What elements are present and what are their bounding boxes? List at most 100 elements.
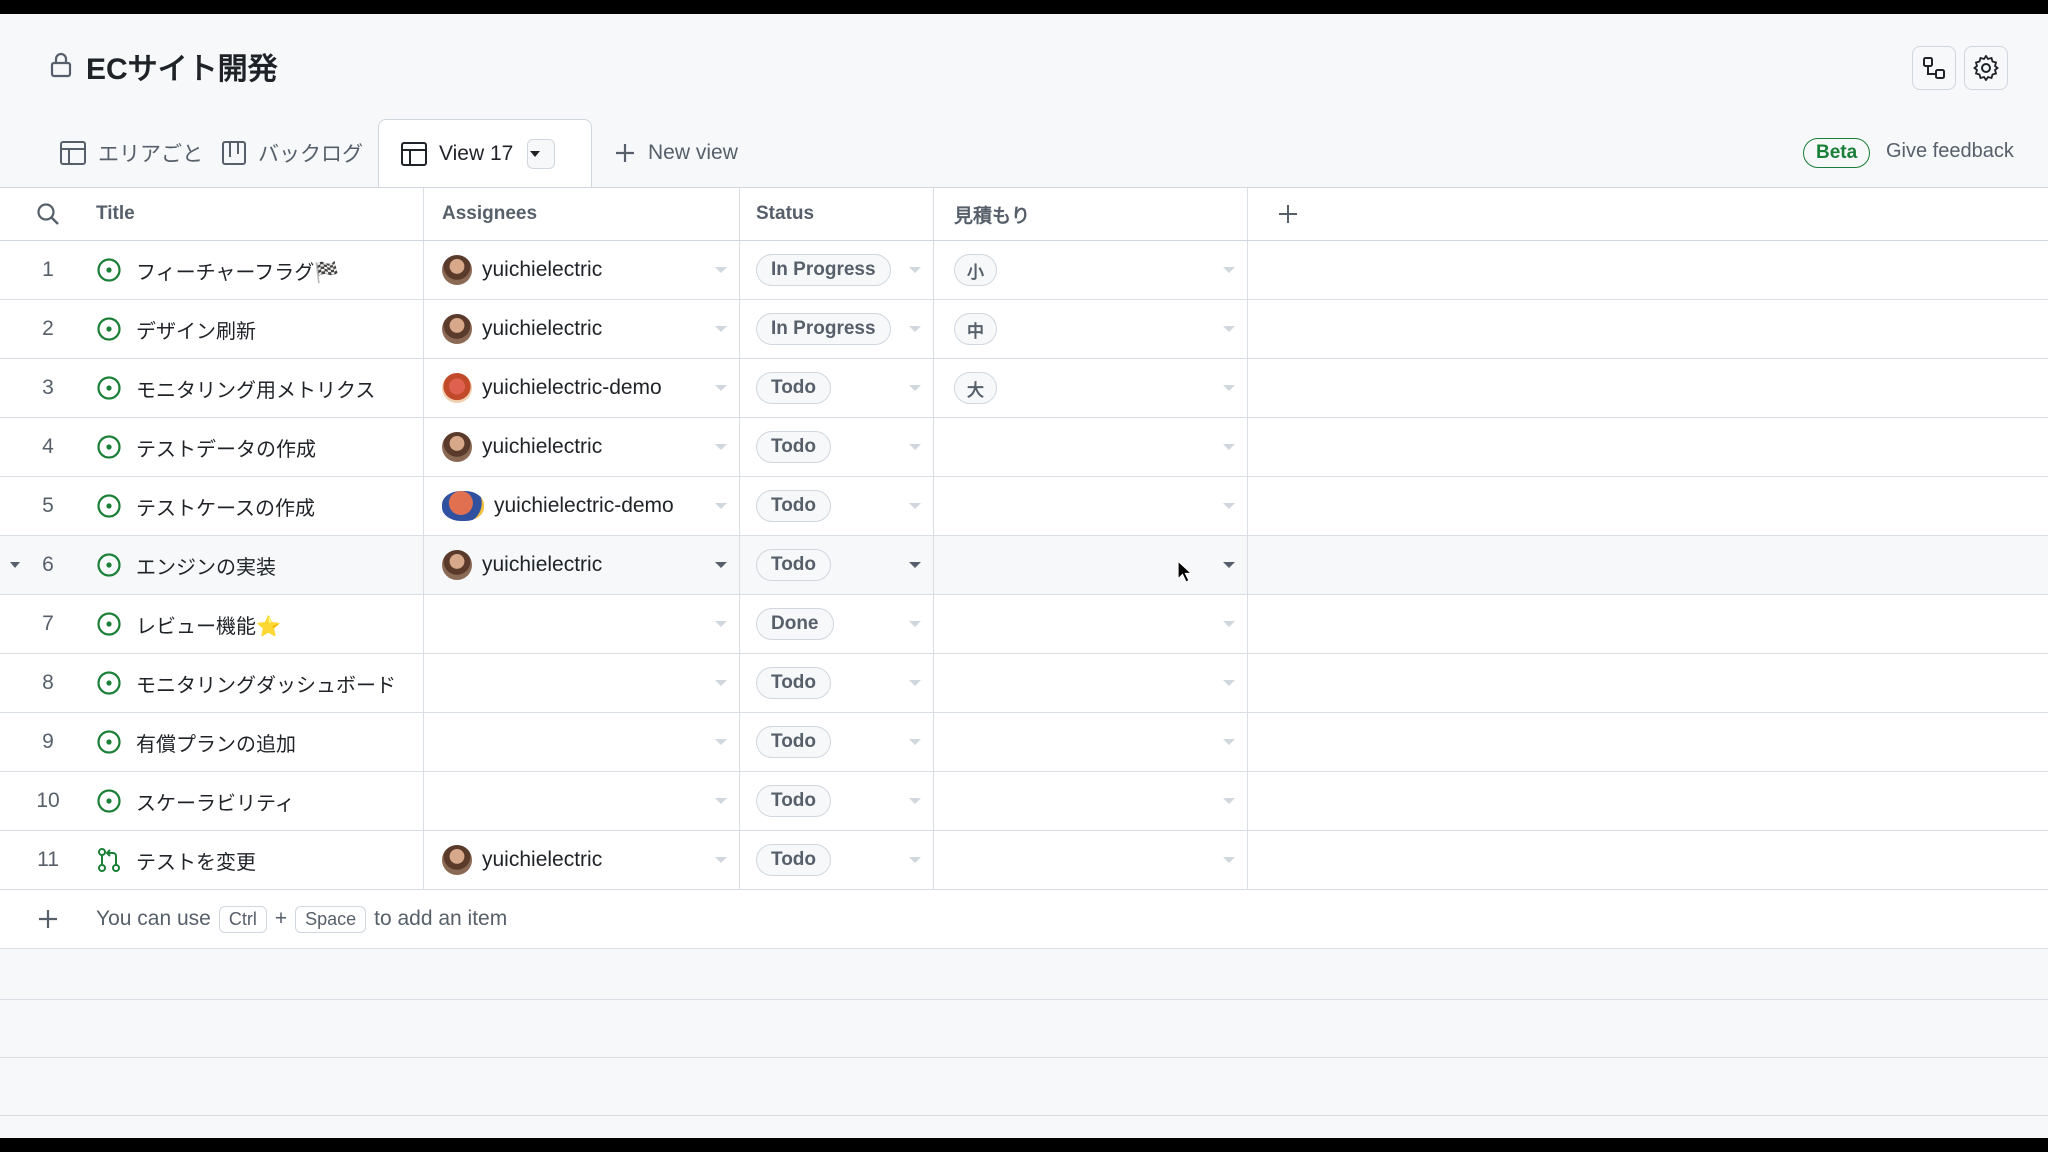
assignees-cell[interactable] [424,713,740,771]
item-title-cell[interactable]: テストケースの作成 [96,477,424,535]
tab-backlog[interactable]: バックログ [222,119,363,187]
give-feedback-link[interactable]: Give feedback [1886,140,2014,163]
table-row[interactable]: 5 テストケースの作成 yuichielectric-demo Todo [0,477,2048,536]
assignees-cell[interactable]: yuichielectric [424,241,740,299]
estimate-cell[interactable] [934,713,1248,771]
chevron-down-icon[interactable] [715,444,727,450]
assignees-cell[interactable]: yuichielectric [424,536,740,594]
chevron-down-icon[interactable] [715,798,727,804]
item-title-cell[interactable]: レビュー機能⭐ [96,595,424,653]
chevron-down-icon[interactable] [1223,857,1235,863]
workflows-button[interactable] [1912,46,1956,90]
chevron-down-icon[interactable] [909,326,921,332]
chevron-down-icon[interactable] [715,385,727,391]
table-row[interactable]: 7 レビュー機能⭐ Done [0,595,2048,654]
column-header-status[interactable]: Status [740,188,934,240]
chevron-down-icon[interactable] [909,857,921,863]
estimate-cell[interactable] [934,595,1248,653]
table-row[interactable]: 2 デザイン刷新 yuichielectric In Progress 中 [0,300,2048,359]
settings-button[interactable] [1964,46,2008,90]
status-cell[interactable]: Todo [740,536,934,594]
status-cell[interactable]: Todo [740,831,934,889]
chevron-down-icon[interactable] [909,385,921,391]
item-title[interactable]: レビュー機能⭐ [136,610,281,639]
item-title-cell[interactable]: デザイン刷新 [96,300,424,358]
new-view-button[interactable]: New view [614,119,738,187]
column-header-title[interactable]: Title [96,188,424,240]
item-title[interactable]: エンジンの実装 [136,551,276,580]
chevron-down-icon[interactable] [909,621,921,627]
item-title-cell[interactable]: 有償プランの追加 [96,713,424,771]
estimate-cell[interactable] [934,772,1248,830]
status-cell[interactable]: In Progress [740,241,934,299]
table-row[interactable]: 11 テストを変更 yuichielectric Todo [0,831,2048,890]
table-row[interactable]: 1 フィーチャーフラグ🏁 yuichielectric In Progress 小 [0,241,2048,300]
add-field-button[interactable] [1248,188,1328,240]
status-cell[interactable]: Todo [740,359,934,417]
chevron-down-icon[interactable] [1223,798,1235,804]
assignees-cell[interactable] [424,772,740,830]
item-title[interactable]: テストデータの作成 [136,433,316,462]
assignees-cell[interactable]: yuichielectric-demo [424,477,740,535]
view-options-button[interactable] [527,138,556,169]
chevron-down-icon[interactable] [909,267,921,273]
chevron-down-icon[interactable] [1223,326,1235,332]
chevron-down-icon[interactable] [909,503,921,509]
status-cell[interactable]: Todo [740,418,934,476]
estimate-cell[interactable] [934,418,1248,476]
estimate-cell[interactable]: 中 [934,300,1248,358]
estimate-cell[interactable]: 小 [934,241,1248,299]
chevron-down-icon[interactable] [715,503,727,509]
item-title-cell[interactable]: テストを変更 [96,831,424,889]
item-title-cell[interactable]: モニタリングダッシュボード [96,654,424,712]
chevron-down-icon[interactable] [909,798,921,804]
status-cell[interactable]: In Progress [740,300,934,358]
estimate-cell[interactable]: 大 [934,359,1248,417]
chevron-down-icon[interactable] [909,680,921,686]
item-title[interactable]: モニタリング用メトリクス [136,374,375,403]
assignees-cell[interactable] [424,654,740,712]
item-title[interactable]: テストを変更 [136,846,256,875]
tab-area[interactable]: エリアごと [60,119,203,187]
item-title-cell[interactable]: モニタリング用メトリクス [96,359,424,417]
chevron-down-icon[interactable] [1223,680,1235,686]
estimate-cell[interactable] [934,477,1248,535]
table-row[interactable]: 9 有償プランの追加 Todo [0,713,2048,772]
table-row[interactable]: 10 スケーラビリティ Todo [0,772,2048,831]
item-title[interactable]: テストケースの作成 [136,492,315,521]
add-item-button[interactable] [0,890,96,948]
chevron-down-icon[interactable] [909,739,921,745]
estimate-cell[interactable] [934,654,1248,712]
chevron-down-icon[interactable] [909,444,921,450]
table-row[interactable]: 6 エンジンの実装 yuichielectric Todo [0,536,2048,595]
assignees-cell[interactable]: yuichielectric-demo [424,359,740,417]
chevron-down-icon[interactable] [1223,444,1235,450]
item-title-cell[interactable]: エンジンの実装 [96,536,424,594]
assignees-cell[interactable]: yuichielectric [424,831,740,889]
estimate-cell[interactable] [934,831,1248,889]
chevron-down-icon[interactable] [1223,385,1235,391]
status-cell[interactable]: Todo [740,713,934,771]
chevron-down-icon[interactable] [715,267,727,273]
item-title-cell[interactable]: テストデータの作成 [96,418,424,476]
item-title[interactable]: フィーチャーフラグ🏁 [136,256,339,285]
assignees-cell[interactable] [424,595,740,653]
chevron-down-icon[interactable] [1223,267,1235,273]
status-cell[interactable]: Todo [740,654,934,712]
chevron-down-icon[interactable] [715,680,727,686]
column-header-assignees[interactable]: Assignees [424,188,740,240]
table-row[interactable]: 4 テストデータの作成 yuichielectric Todo [0,418,2048,477]
chevron-down-icon[interactable] [715,857,727,863]
chevron-down-icon[interactable] [1223,739,1235,745]
item-title-cell[interactable]: スケーラビリティ [96,772,424,830]
item-title[interactable]: スケーラビリティ [136,787,295,816]
chevron-down-icon[interactable] [909,562,921,568]
chevron-down-icon[interactable] [715,562,727,568]
item-title[interactable]: モニタリングダッシュボード [136,669,396,698]
tab-view-17[interactable]: View 17 [378,119,592,187]
chevron-down-icon[interactable] [715,326,727,332]
item-title[interactable]: 有償プランの追加 [136,728,296,757]
item-title-cell[interactable]: フィーチャーフラグ🏁 [96,241,424,299]
table-row[interactable]: 3 モニタリング用メトリクス yuichielectric-demo Todo 大 [0,359,2048,418]
chevron-down-icon[interactable] [1223,503,1235,509]
